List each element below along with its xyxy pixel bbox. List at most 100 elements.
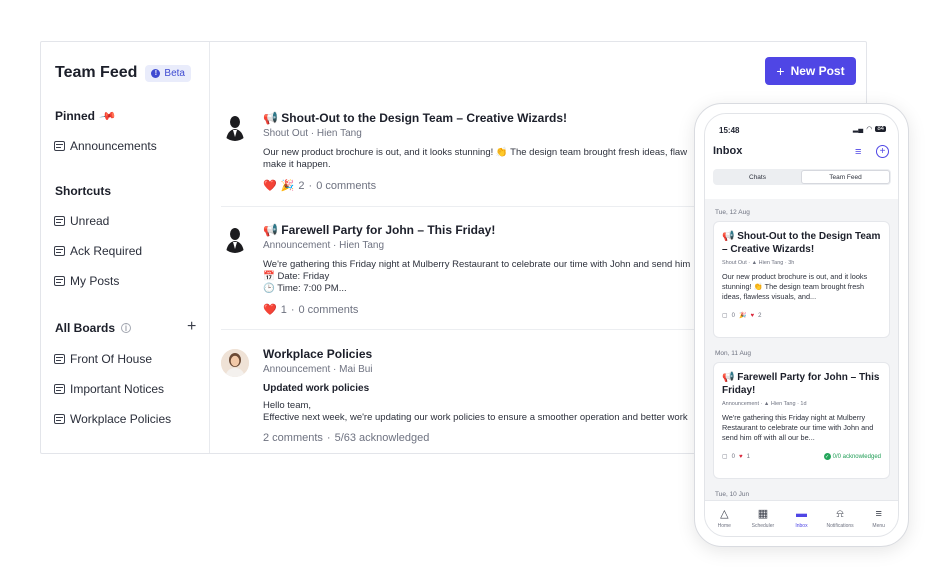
- reaction-count: 2: [298, 179, 305, 192]
- feed-post[interactable]: 📢 Farewell Party for John – This Friday!…: [221, 223, 741, 327]
- filter-icon[interactable]: ≡: [855, 146, 861, 158]
- tab-label: Menu: [872, 522, 885, 529]
- avatar: [221, 113, 249, 141]
- comments-link[interactable]: 0 comments: [299, 304, 359, 316]
- all-boards-label: All Boards: [55, 321, 116, 335]
- post-text-line: 🕒 Time: 7:00 PM...: [263, 283, 741, 295]
- sidebar-item-label: Workplace Policies: [70, 412, 172, 426]
- board-icon: [54, 354, 65, 364]
- board-icon: [54, 384, 65, 394]
- post-text: Hello team, Effective next week, we're u…: [263, 400, 741, 424]
- post-text-line: 📅 Date: Friday: [263, 271, 741, 283]
- post-time-text: Time: 7:00 PM...: [277, 283, 347, 294]
- menu-icon: ≡: [875, 507, 882, 520]
- tab-menu[interactable]: ≡ Menu: [859, 501, 898, 536]
- tab-home[interactable]: △ Home: [705, 501, 744, 536]
- heart-reaction-icon: ♥: [750, 312, 755, 319]
- sidebar-item-important-notices[interactable]: Important Notices: [54, 382, 164, 396]
- add-board-button[interactable]: +: [187, 318, 196, 336]
- card-text: Our new product brochure is out, and it …: [722, 272, 868, 301]
- wifi-icon: ◠: [866, 126, 873, 133]
- megaphone-icon: 📢: [263, 111, 282, 125]
- post-title[interactable]: 📢 Shout-Out to the Design Team – Creativ…: [263, 111, 741, 125]
- tab-notifications[interactable]: ⍾ Notifications: [821, 501, 860, 536]
- phone-add-button[interactable]: +: [876, 145, 889, 158]
- board-icon: [54, 414, 65, 424]
- megaphone-icon: 📢: [722, 231, 738, 242]
- comment-icon: ▢: [722, 454, 728, 460]
- calendar-icon: 📅: [263, 271, 278, 282]
- sidebar-item-unread[interactable]: Unread: [54, 214, 109, 228]
- sidebar: Team Feed ! Beta Pinned 📌 Announcements S…: [41, 42, 210, 453]
- post-title[interactable]: Workplace Policies: [263, 347, 741, 361]
- calendar-icon: ▦: [757, 507, 769, 520]
- party-reaction-icon[interactable]: 🎉: [281, 179, 295, 192]
- tab-team-feed[interactable]: Team Feed: [801, 170, 890, 184]
- comment-icon: ▢: [722, 313, 728, 319]
- post-type: Announcement: [263, 364, 331, 375]
- sidebar-item-my-posts[interactable]: My Posts: [54, 274, 119, 288]
- sidebar-item-workplace-policies[interactable]: Workplace Policies: [54, 412, 171, 426]
- card-type: Announcement: [722, 401, 759, 407]
- phone-tab-bar: △ Home ▦ Scheduler ▬ Inbox ⍾ Notifications ≡…: [705, 500, 898, 536]
- post-footer: ❤️ 1 · 0 comments: [263, 303, 359, 317]
- new-post-button[interactable]: + New Post: [765, 57, 856, 85]
- post-text: We're gathering this Friday night at Mul…: [263, 259, 741, 295]
- board-icon: [54, 141, 65, 151]
- pin-icon: 📌: [98, 107, 117, 126]
- tab-label: Notifications: [826, 522, 854, 529]
- feed-post[interactable]: Workplace Policies Announcement · Mai Bu…: [221, 347, 741, 447]
- avatar: [221, 225, 249, 253]
- heart-reaction-icon[interactable]: ❤️: [263, 303, 277, 316]
- comments-link[interactable]: 0 comments: [316, 180, 376, 192]
- feed-post[interactable]: 📢 Shout-Out to the Design Team – Creativ…: [221, 111, 741, 195]
- all-boards-header: All Boards i: [55, 321, 132, 335]
- comment-count: 0: [731, 312, 736, 319]
- beta-badge: ! Beta: [145, 64, 191, 82]
- sidebar-item-label: Important Notices: [70, 382, 165, 396]
- divider: [221, 329, 741, 330]
- post-date-text: Date: Friday: [277, 271, 330, 282]
- phone-feed-card[interactable]: 📢 Farewell Party for John – This Friday!…: [713, 362, 890, 479]
- battery-icon: 84: [875, 126, 886, 132]
- info-icon[interactable]: i: [121, 323, 132, 334]
- pinned-header: Pinned 📌: [55, 107, 117, 126]
- date-header: Mon, 11 Aug: [715, 350, 752, 357]
- post-footer: 2 comments · 5/63 acknowledged: [263, 432, 430, 444]
- sidebar-item-ack-required[interactable]: Ack Required: [54, 244, 142, 258]
- post-body: Workplace Policies Announcement · Mai Bu…: [263, 347, 741, 444]
- ack-text: 0/0 acknowledged: [832, 453, 881, 460]
- card-title: 📢 Farewell Party for John – This Friday!: [722, 371, 881, 397]
- tab-inbox[interactable]: ▬ Inbox: [782, 501, 821, 536]
- post-type: Shout Out: [263, 128, 309, 139]
- info-icon: !: [151, 68, 161, 78]
- card-text: We're gathering this Friday night at Mul…: [722, 413, 874, 442]
- board-icon: [54, 246, 65, 256]
- tab-chats[interactable]: Chats: [714, 170, 801, 184]
- tab-label: Inbox: [795, 522, 808, 529]
- megaphone-icon: 📢: [722, 372, 738, 383]
- reaction-count: 2: [758, 312, 762, 319]
- post-text-line: Our new product brochure is out, and it …: [263, 147, 688, 158]
- reaction-count: 1: [746, 453, 750, 460]
- post-title[interactable]: 📢 Farewell Party for John – This Friday!: [263, 223, 741, 237]
- card-type: Shout Out: [722, 260, 747, 266]
- phone-feed-card[interactable]: 📢 Shout-Out to the Design Team – Creativ…: [713, 221, 890, 338]
- card-footer: ▢ 0 ♥ 1 ✓ 0/0 acknowledged: [722, 453, 881, 460]
- card-title-text: Shout-Out to the Design Team – Creative …: [722, 231, 881, 255]
- sidebar-item-label: My Posts: [70, 274, 120, 288]
- card-author: Hien Tang · 3h: [758, 260, 795, 266]
- comment-count: 0: [731, 453, 736, 460]
- card-title: 📢 Shout-Out to the Design Team – Creativ…: [722, 230, 881, 256]
- acknowledged-count[interactable]: 5/63 acknowledged: [335, 432, 430, 444]
- tab-scheduler[interactable]: ▦ Scheduler: [744, 501, 783, 536]
- post-text-line: Effective next week, we're updating our …: [263, 412, 688, 423]
- sidebar-item-front-of-house[interactable]: Front Of House: [54, 352, 152, 366]
- new-post-label: New Post: [790, 64, 845, 78]
- comments-link[interactable]: 2 comments: [263, 432, 323, 444]
- post-footer: ❤️ 🎉 2 · 0 comments: [263, 179, 377, 193]
- brand: Team Feed ! Beta: [55, 64, 191, 82]
- heart-reaction-icon[interactable]: ❤️: [263, 179, 277, 192]
- home-icon: △: [720, 507, 729, 520]
- sidebar-item-announcements[interactable]: Announcements: [54, 139, 157, 153]
